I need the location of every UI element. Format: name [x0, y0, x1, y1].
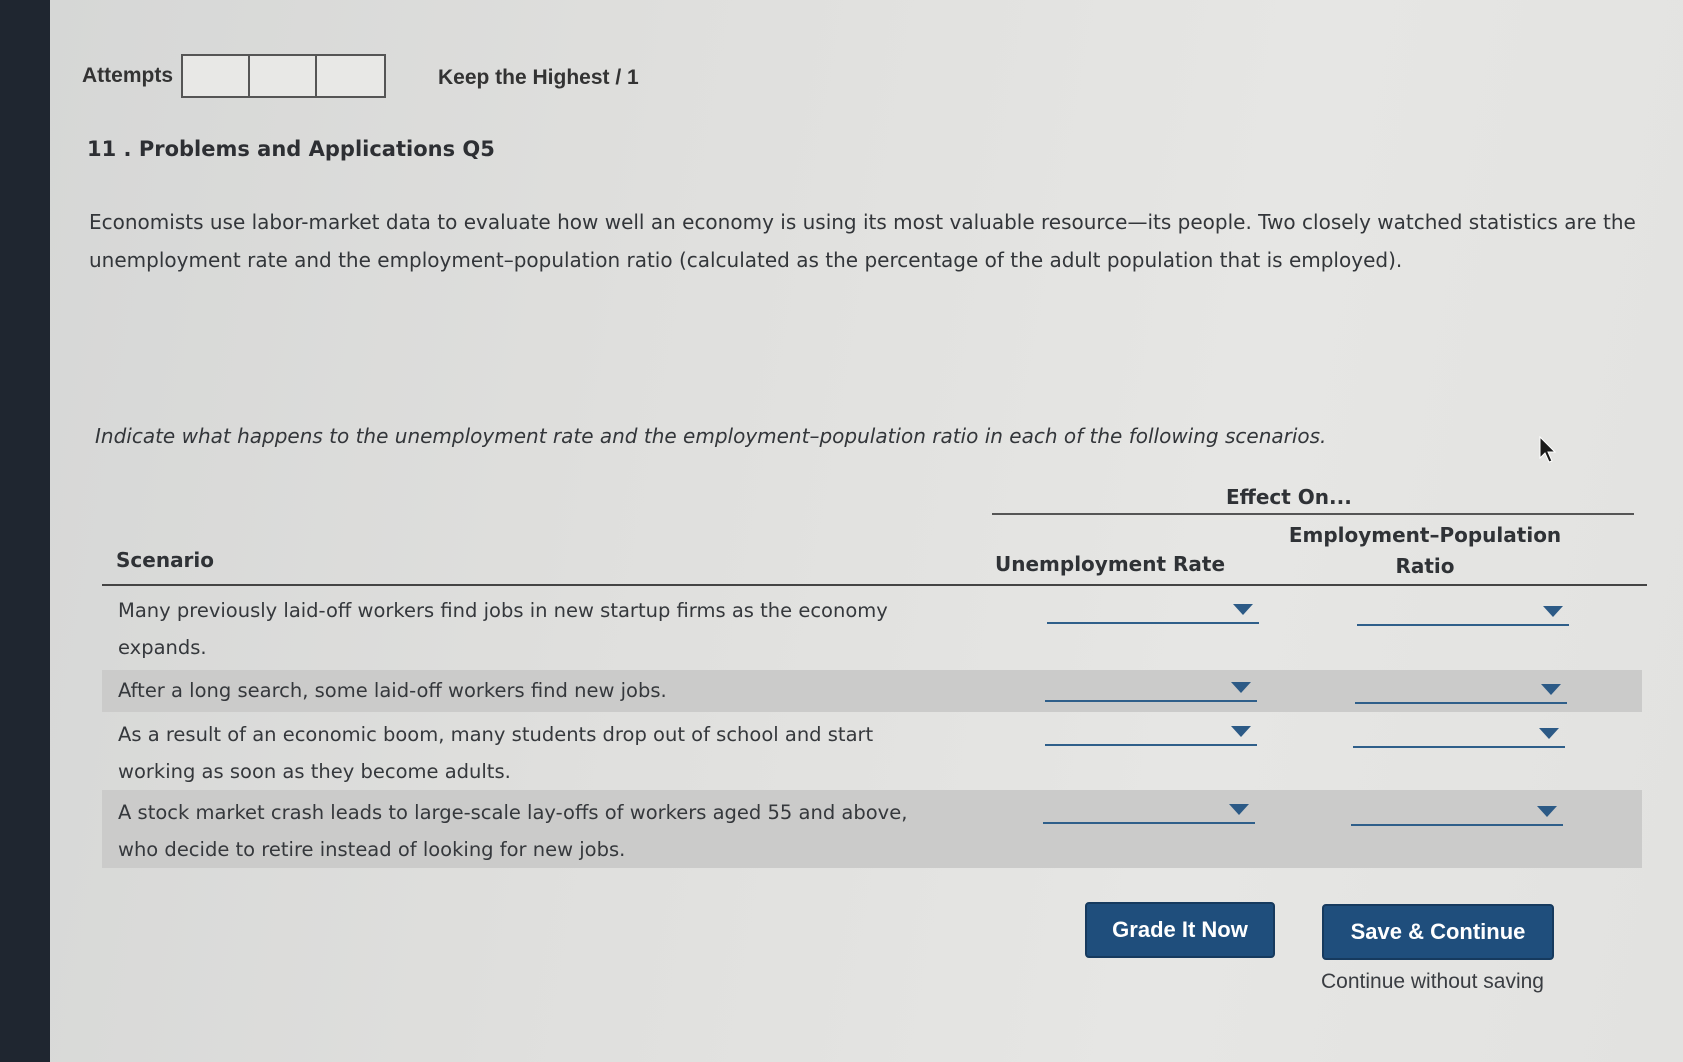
question-title: 11 . Problems and Applications Q5 [87, 137, 495, 161]
employment-population-dropdown[interactable] [1353, 718, 1565, 748]
chevron-down-icon [1229, 804, 1249, 815]
unemployment-rate-column-header: Unemployment Rate [995, 552, 1226, 576]
grade-it-now-button[interactable]: Grade It Now [1085, 902, 1275, 958]
unemployment-rate-dropdown[interactable] [1043, 794, 1255, 824]
save-and-continue-button[interactable]: Save & Continue [1322, 904, 1554, 960]
attempts-label: Attempts [82, 64, 174, 87]
employment-population-dropdown[interactable] [1355, 674, 1567, 704]
chevron-down-icon [1543, 606, 1563, 617]
employment-population-column-header: Employment–Population Ratio [1275, 520, 1575, 582]
table-row: Many previously laid-off workers find jo… [102, 588, 1642, 668]
assignment-page: Attempts Keep the Highest / 1 11 . Probl… [50, 0, 1683, 1062]
question-intro: Economists use labor-market data to eval… [89, 210, 1636, 272]
attempt-box [317, 56, 385, 96]
mouse-cursor-icon [1539, 436, 1556, 463]
scenario-text: As a result of an economic boom, many st… [118, 723, 874, 783]
employment-population-dropdown[interactable] [1351, 796, 1563, 826]
attempt-box [250, 56, 318, 96]
employment-population-dropdown[interactable] [1357, 596, 1569, 626]
question-instruction: Indicate what happens to the unemploymen… [95, 424, 1327, 448]
table-row: A stock market crash leads to large-scal… [102, 790, 1642, 868]
table-row: After a long search, some laid-off worke… [102, 670, 1642, 712]
keep-highest-label: Keep the Highest / 1 [438, 66, 639, 89]
epr-header-line2: Ratio [1395, 554, 1455, 578]
chevron-down-icon [1231, 726, 1251, 737]
unemployment-rate-dropdown[interactable] [1045, 672, 1257, 702]
scenario-text: A stock market crash leads to large-scal… [118, 801, 908, 861]
chevron-down-icon [1541, 684, 1561, 695]
attempt-boxes [181, 54, 387, 98]
chevron-down-icon [1233, 604, 1253, 615]
attempts-row: Attempts [82, 54, 387, 98]
attempt-box [183, 56, 251, 96]
scenario-column-header: Scenario [116, 548, 215, 572]
chevron-down-icon [1537, 806, 1557, 817]
effect-on-divider [992, 513, 1634, 515]
unemployment-rate-dropdown[interactable] [1047, 594, 1259, 624]
table-header-divider [102, 584, 1647, 586]
epr-header-line1: Employment–Population [1288, 523, 1562, 547]
continue-without-saving-link[interactable]: Continue without saving [1321, 970, 1544, 994]
chevron-down-icon [1539, 728, 1559, 739]
scenario-text: Many previously laid-off workers find jo… [118, 599, 888, 659]
scenario-text: After a long search, some laid-off worke… [118, 679, 667, 702]
unemployment-rate-dropdown[interactable] [1045, 716, 1257, 746]
effect-on-header: Effect On... [1226, 485, 1352, 509]
chevron-down-icon [1231, 682, 1251, 693]
table-row: As a result of an economic boom, many st… [102, 712, 1642, 790]
